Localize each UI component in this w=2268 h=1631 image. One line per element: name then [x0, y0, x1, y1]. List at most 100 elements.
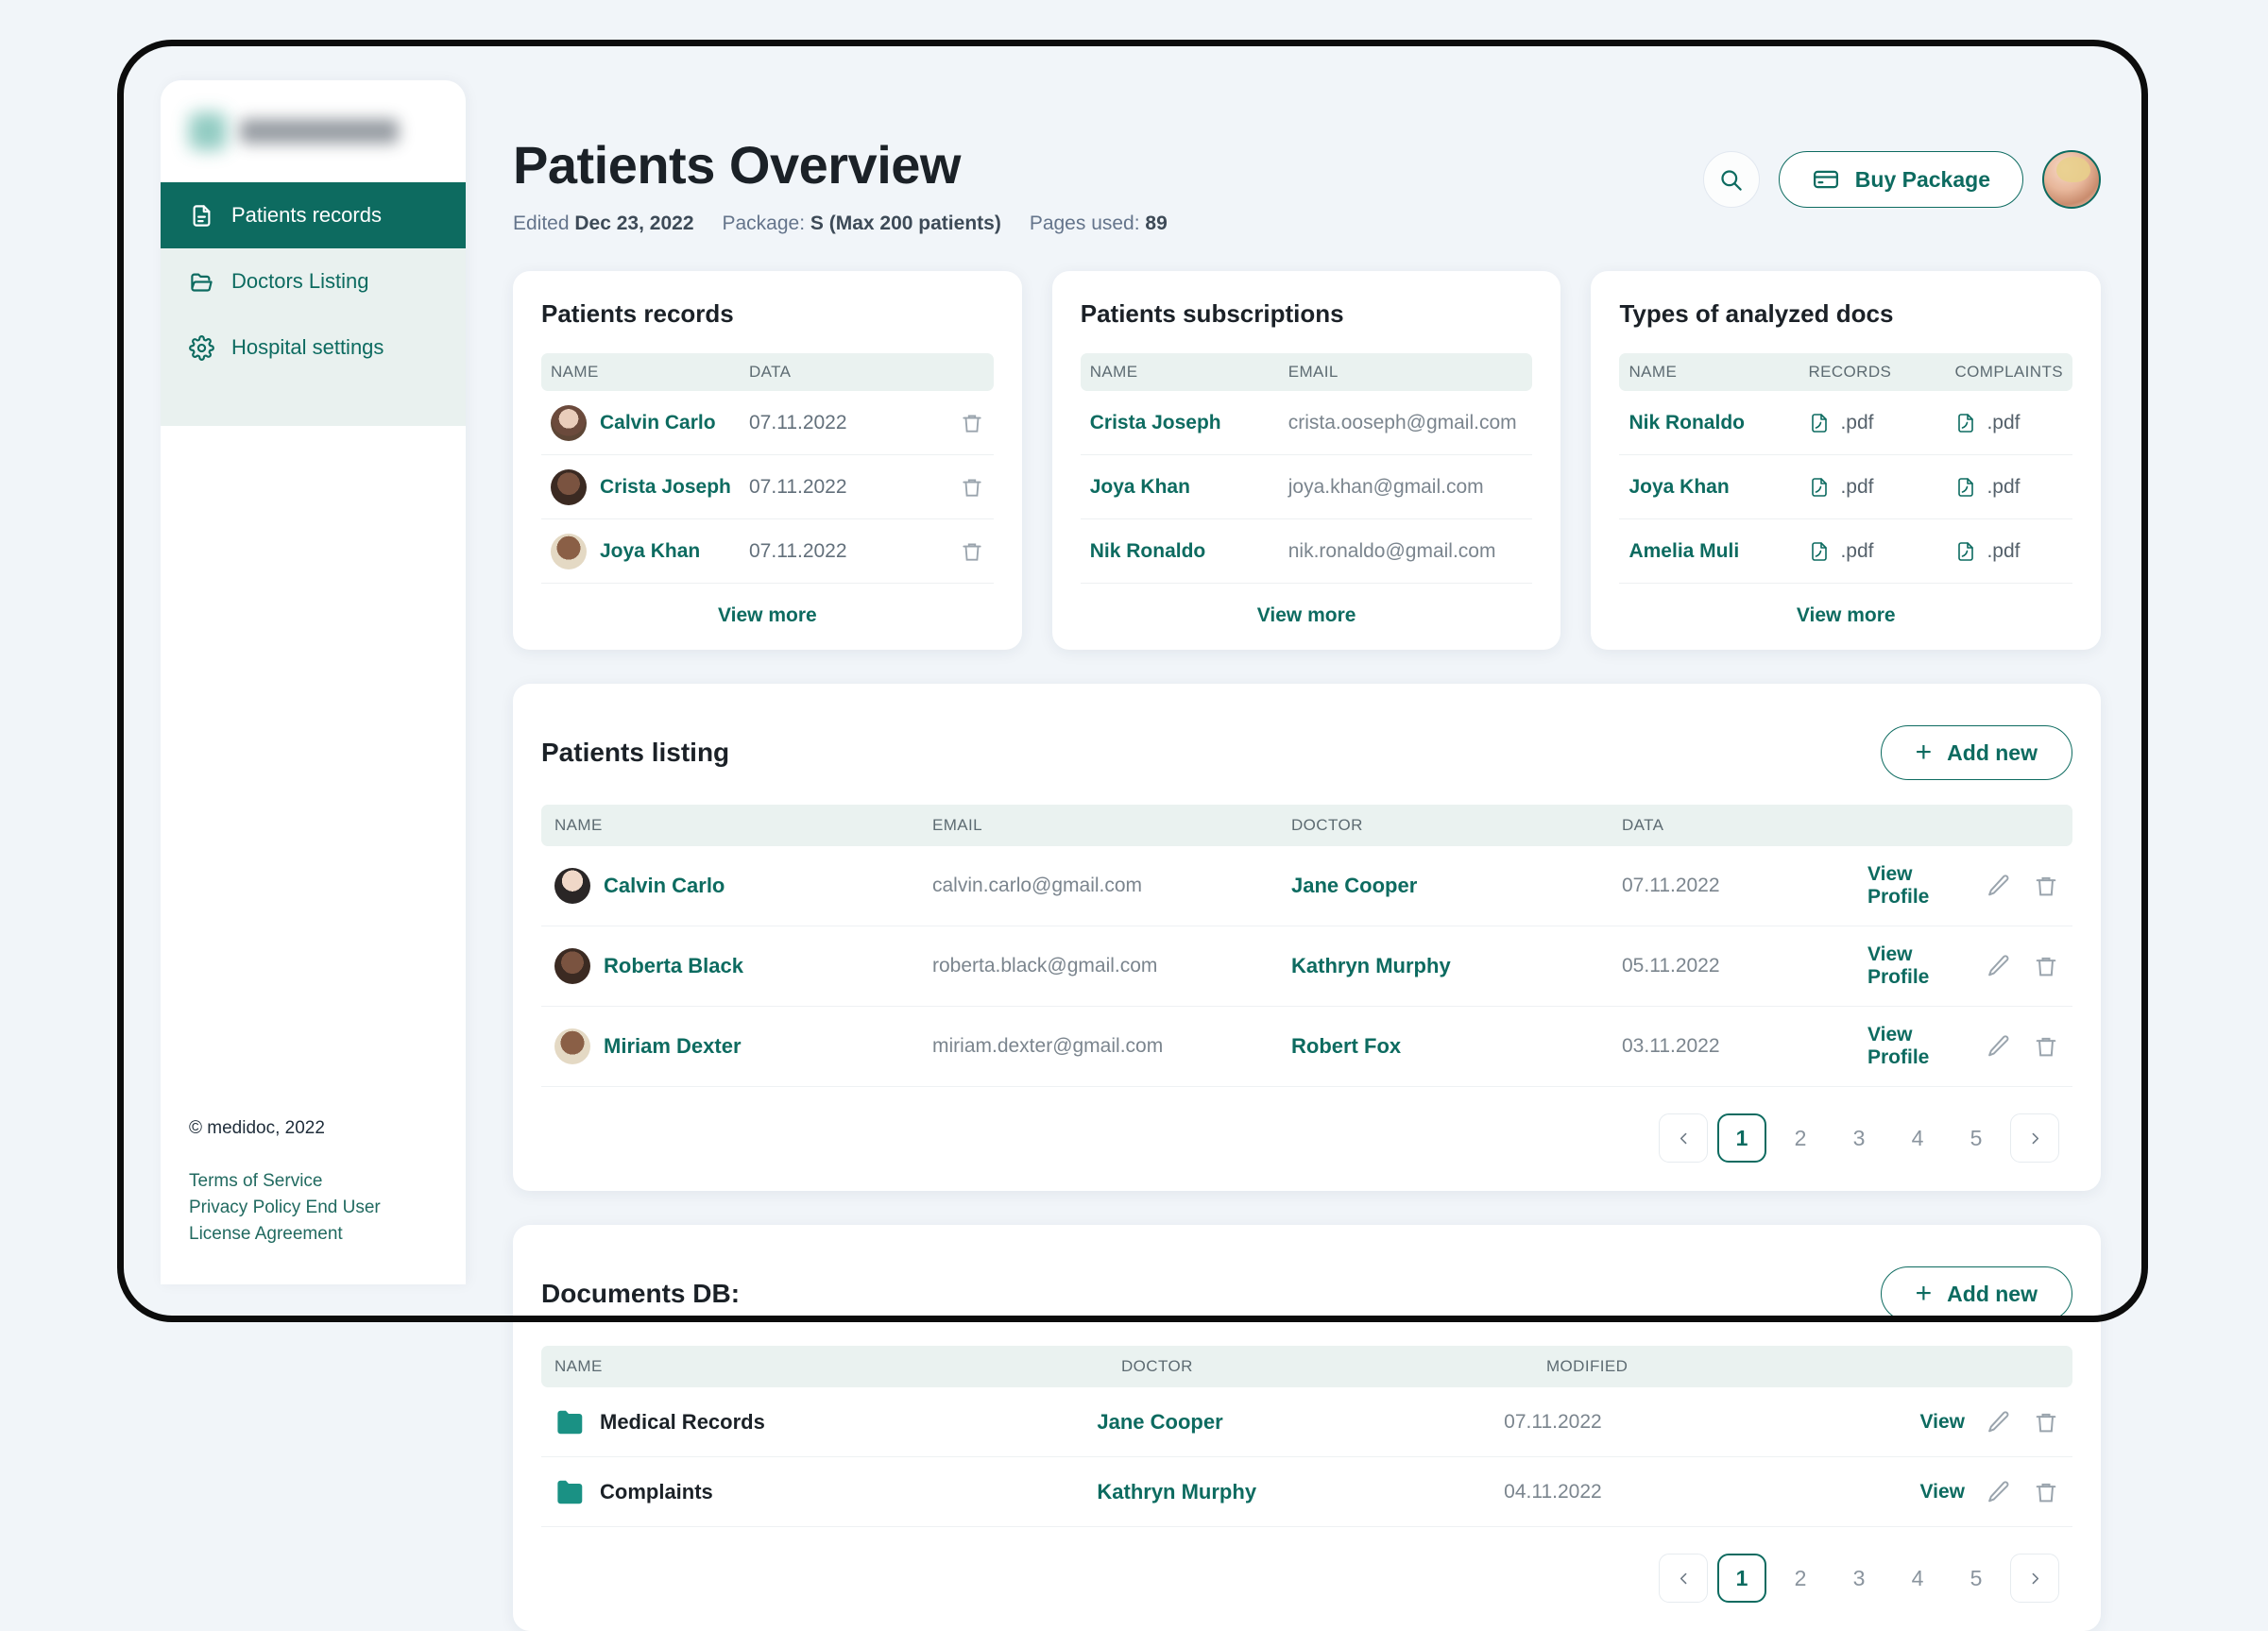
sidebar-item-doctors-listing[interactable]: Doctors Listing: [161, 248, 466, 314]
view-more-link[interactable]: View more: [541, 584, 994, 627]
records-file[interactable]: .pdf: [1808, 476, 1954, 499]
pagination-page-5[interactable]: 5: [1952, 1113, 2001, 1163]
view-profile-link[interactable]: View Profile: [1867, 863, 1965, 909]
file-ext: .pdf: [1840, 539, 1874, 562]
table-row[interactable]: Crista Joseph 07.11.2022: [541, 455, 994, 520]
records-file[interactable]: .pdf: [1808, 540, 1954, 563]
add-new-document-button[interactable]: + Add new: [1880, 1266, 2072, 1322]
folder-icon: [557, 1410, 583, 1435]
table-row[interactable]: Medical Records Jane Cooper 07.11.2022 V…: [541, 1387, 2072, 1458]
delete-button[interactable]: [2033, 953, 2059, 979]
delete-button[interactable]: [960, 411, 984, 435]
sidebar: Patients records Doctors Listing Hospita…: [161, 80, 466, 1284]
edit-button[interactable]: [1986, 873, 2012, 899]
add-new-label: Add new: [1947, 739, 2038, 765]
card-title: Patients records: [541, 299, 734, 329]
pagination-page-4[interactable]: 4: [1893, 1113, 1942, 1163]
complaints-file[interactable]: .pdf: [1954, 539, 2021, 563]
pdf-file-icon: [1958, 414, 1974, 433]
patient-name: Joya Khan: [600, 539, 701, 562]
doctor-name: Kathryn Murphy: [1097, 1479, 1257, 1504]
records-file[interactable]: .pdf: [1808, 412, 1954, 434]
file-ext: .pdf: [1840, 411, 1874, 433]
avatar[interactable]: [2042, 150, 2101, 209]
table-row[interactable]: Amelia Muli .pdf .pdf: [1619, 519, 2072, 585]
search-button[interactable]: [1702, 151, 1760, 208]
table-row[interactable]: Joya Khan .pdf .pdf: [1619, 455, 2072, 520]
table-row[interactable]: Joya Khan joya.khan@gmail.com: [1080, 455, 1533, 520]
pagination-next-button[interactable]: [2010, 1113, 2059, 1164]
file-ext: .pdf: [1987, 539, 2021, 562]
edit-button[interactable]: [1986, 1479, 2012, 1505]
table-row[interactable]: Calvin Carlo calvin.carlo@gmail.com Jane…: [541, 846, 2072, 927]
file-ext: .pdf: [1840, 475, 1874, 498]
pagination-prev-button[interactable]: [1659, 1554, 1708, 1604]
table-row[interactable]: Nik Ronaldo nik.ronaldo@gmail.com: [1080, 519, 1533, 585]
logo-wordmark: [240, 119, 399, 144]
col-header-doctor: DOCTOR: [1121, 1357, 1193, 1376]
pagination-page-3[interactable]: 3: [1834, 1554, 1884, 1603]
pagination-next-button[interactable]: [2010, 1554, 2059, 1604]
delete-button[interactable]: [2033, 1033, 2059, 1060]
view-profile-link[interactable]: View Profile: [1867, 943, 1965, 989]
add-new-patient-button[interactable]: + Add new: [1880, 725, 2072, 781]
document-icon: [193, 204, 211, 227]
pagination-page-5[interactable]: 5: [1952, 1554, 2001, 1603]
app-logo[interactable]: [161, 80, 466, 182]
pagination-prev-button[interactable]: [1659, 1113, 1708, 1164]
card-patients-subscriptions: Patients subscriptions NAME EMAIL Crista…: [1051, 271, 1561, 651]
view-profile-link[interactable]: View Profile: [1867, 1024, 1965, 1069]
link-license-agreement[interactable]: License Agreement: [189, 1224, 435, 1245]
table-row[interactable]: Crista Joseph crista.ooseph@gmail.com: [1080, 391, 1533, 456]
sidebar-item-patients-records[interactable]: Patients records: [161, 182, 466, 248]
sidebar-item-hospital-settings[interactable]: Hospital settings: [161, 314, 466, 381]
pencil-icon: [1988, 875, 2009, 896]
meta-pages-label: Pages used:: [1029, 212, 1140, 235]
table-row[interactable]: Calvin Carlo 07.11.2022: [541, 391, 994, 456]
col-header-data: DATA: [1622, 816, 1664, 835]
patient-name: Crista Joseph: [1089, 411, 1221, 433]
edit-button[interactable]: [1986, 953, 2012, 979]
link-terms-of-service[interactable]: Terms of Service: [189, 1171, 435, 1192]
delete-button[interactable]: [960, 475, 984, 500]
view-more-link[interactable]: View more: [1081, 584, 1533, 627]
trash-icon: [963, 543, 981, 561]
pagination-page-2[interactable]: 2: [1776, 1113, 1825, 1163]
avatar: [554, 948, 590, 985]
delete-button[interactable]: [2033, 1409, 2059, 1436]
record-date: 03.11.2022: [1622, 1035, 1720, 1058]
view-more-link[interactable]: View more: [1619, 584, 2072, 627]
table-row[interactable]: Nik Ronaldo .pdf .pdf: [1619, 391, 2072, 456]
view-link[interactable]: View: [1920, 1411, 1965, 1434]
chevron-right-icon: [2032, 1572, 2038, 1585]
delete-button[interactable]: [960, 539, 984, 564]
patient-email: nik.ronaldo@gmail.com: [1287, 539, 1496, 562]
delete-button[interactable]: [2033, 873, 2059, 899]
table-row[interactable]: Roberta Black roberta.black@gmail.com Ka…: [541, 926, 2072, 1008]
pagination-page-1[interactable]: 1: [1717, 1113, 1766, 1164]
buy-package-button[interactable]: Buy Package: [1778, 151, 2023, 208]
pagination-page-3[interactable]: 3: [1834, 1113, 1884, 1163]
complaints-file[interactable]: .pdf: [1954, 475, 2021, 499]
pagination-page-4[interactable]: 4: [1893, 1554, 1942, 1603]
edit-button[interactable]: [1986, 1409, 2012, 1436]
patient-name: Joya Khan: [1629, 475, 1730, 498]
pagination-page-2[interactable]: 2: [1776, 1554, 1825, 1603]
edit-button[interactable]: [1986, 1033, 2012, 1060]
table-row[interactable]: Complaints Kathryn Murphy 04.11.2022 Vie…: [541, 1457, 2072, 1528]
meta-package: Package: S (Max 200 patients): [723, 212, 1001, 235]
col-header-name: NAME: [554, 816, 603, 835]
complaints-file[interactable]: .pdf: [1954, 412, 2021, 434]
pagination-page-1[interactable]: 1: [1717, 1554, 1766, 1604]
view-link[interactable]: View: [1920, 1481, 1965, 1504]
trash-icon: [2036, 1483, 2056, 1503]
table-row[interactable]: Joya Khan 07.11.2022: [541, 519, 994, 585]
file-ext: .pdf: [1987, 475, 2021, 498]
delete-button[interactable]: [2033, 1479, 2059, 1505]
table-header: NAME RECORDS COMPLAINTS: [1619, 353, 2072, 392]
link-privacy-policy[interactable]: Privacy Policy End User: [189, 1198, 435, 1218]
meta-pages: Pages used: 89: [1030, 212, 1168, 235]
sidebar-nav-filler: [161, 381, 466, 426]
modified-date: 07.11.2022: [1504, 1410, 1602, 1433]
table-row[interactable]: Miriam Dexter miriam.dexter@gmail.com Ro…: [541, 1007, 2072, 1088]
